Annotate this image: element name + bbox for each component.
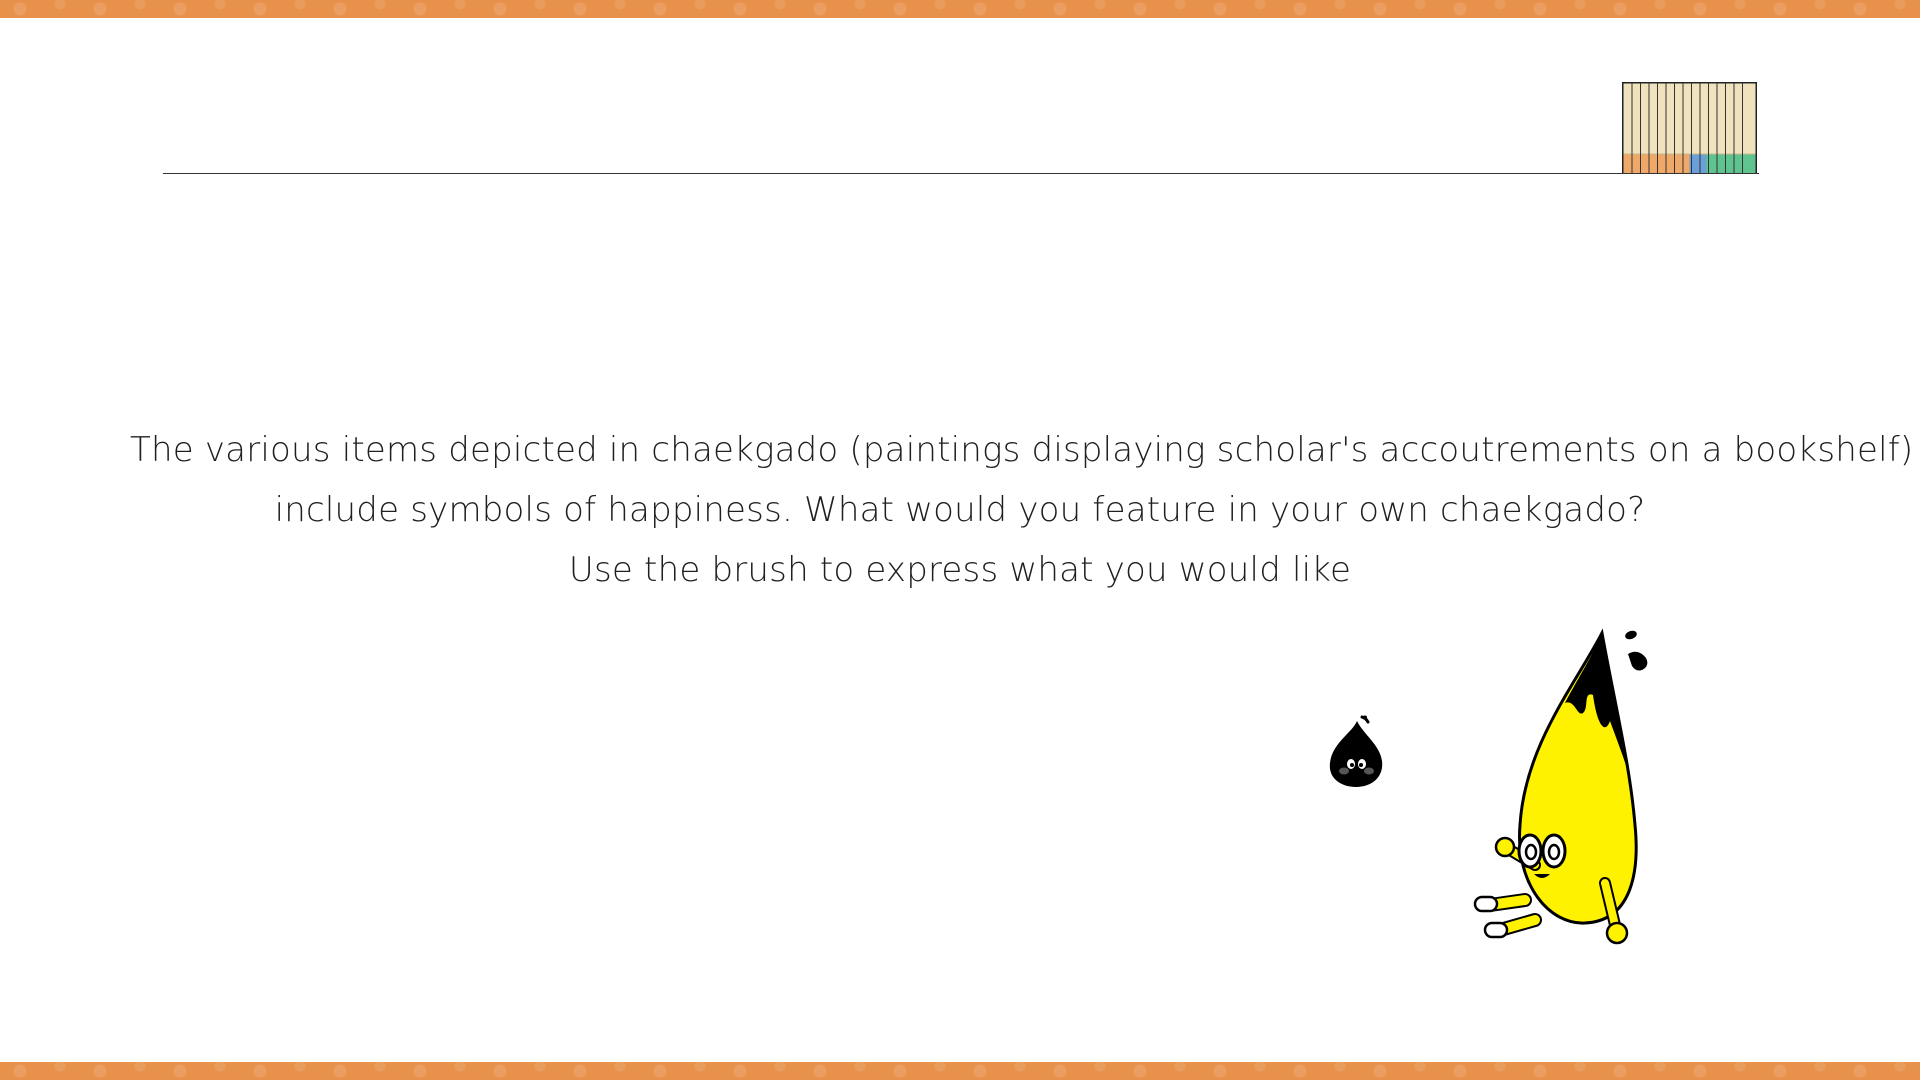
prompt-line-3: Use the brush to express what you would …	[568, 550, 1352, 590]
top-decorative-band	[0, 0, 1920, 18]
prompt-text: The various items depicted in chaekgado …	[130, 420, 1914, 600]
header-divider	[163, 173, 1759, 174]
prompt-line-2: include symbols of happiness. What would…	[274, 490, 1646, 530]
brush-character	[1465, 625, 1680, 950]
bottom-decorative-band	[0, 1062, 1920, 1080]
bookshelf-icon	[1622, 82, 1757, 174]
prompt-line-1: The various items depicted in chaekgado …	[130, 430, 1914, 470]
page: The various items depicted in chaekgado …	[0, 0, 1920, 1080]
ink-drop-character	[1324, 715, 1388, 791]
